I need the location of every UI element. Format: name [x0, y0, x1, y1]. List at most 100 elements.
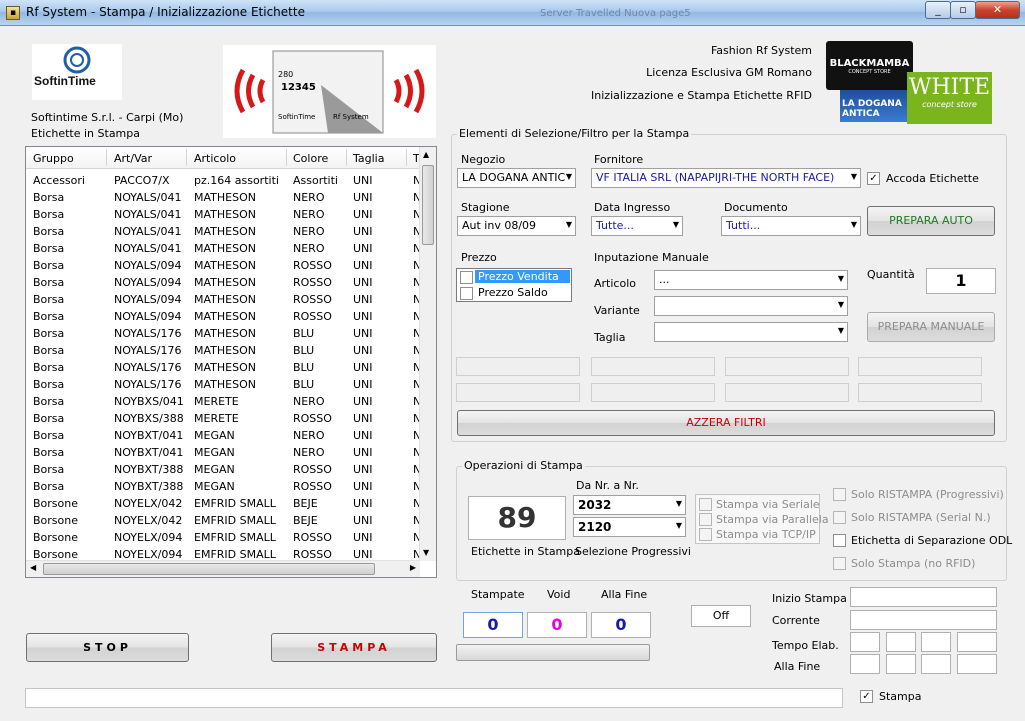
table-row[interactable]: Borsa NOYALS/094 MATHESON ROSSO UNI N	[26, 308, 421, 325]
cell-taglia: UNI	[353, 293, 373, 306]
fine-label: Alla Fine	[601, 588, 648, 601]
chevron-down-icon: ▼	[837, 274, 844, 283]
cell-gruppo: Borsa	[33, 378, 65, 391]
maximize-button[interactable]: ▫	[950, 1, 976, 19]
scroll-left-icon[interactable]: ◀	[30, 563, 36, 572]
hscroll-thumb[interactable]	[43, 563, 375, 575]
negozio-select[interactable]: LA DOGANA ANTIC ▼	[457, 168, 576, 188]
table-row[interactable]: Borsa NOYALS/176 MATHESON BLU UNI N	[26, 376, 421, 393]
scroll-right-icon[interactable]: ▶	[410, 563, 416, 572]
table-row[interactable]: Accessori PACCO7/X pz.164 assortiti Assorti…	[26, 172, 421, 189]
prezzo-vendita-option[interactable]: Prezzo Vendita	[475, 270, 570, 283]
scroll-up-icon[interactable]: ▲	[423, 150, 429, 159]
stampa-checkbox[interactable]: ✓	[860, 690, 873, 703]
cell-artvar: NOYALS/041	[114, 191, 182, 204]
prepara-manuale-button[interactable]: PREPARA MANUALE	[867, 312, 995, 342]
separazione-checkbox[interactable]	[833, 534, 846, 547]
cell-articolo: EMFRID SMALL	[194, 514, 276, 527]
table-row[interactable]: Borsa NOYBXT/041 MEGAN NERO UNI N	[26, 444, 421, 461]
tempo-mm	[886, 632, 916, 652]
cell-taglia: UNI	[353, 480, 373, 493]
stop-button[interactable]: STOP	[26, 633, 189, 662]
prezzo-saldo-checkbox[interactable]	[460, 287, 473, 300]
mode-seriale-checkbox[interactable]	[699, 498, 712, 511]
scroll-down-icon[interactable]: ▼	[423, 548, 429, 557]
col-colore[interactable]: Colore	[293, 152, 328, 165]
chevron-down-icon: ▼	[837, 326, 844, 335]
col-articolo[interactable]: Articolo	[194, 152, 236, 165]
prezzo-vendita-checkbox[interactable]	[460, 271, 473, 284]
col-taglia[interactable]: Taglia	[353, 152, 384, 165]
stagione-select[interactable]: Aut inv 08/09 ▼	[457, 216, 576, 236]
table-row[interactable]: Borsa NOYALS/094 MATHESON ROSSO UNI N	[26, 257, 421, 274]
table-row[interactable]: Borsa NOYALS/176 MATHESON BLU UNI N	[26, 342, 421, 359]
tag-num: 280	[278, 70, 294, 79]
close-button[interactable]: ✕	[975, 1, 1020, 19]
table-row[interactable]: Borsa NOYALS/041 MATHESON NERO UNI N	[26, 240, 421, 257]
cell-articolo: MATHESON	[194, 310, 256, 323]
table-row[interactable]: Borsone NOYELX/094 EMFRID SMALL ROSSO UNI N	[26, 529, 421, 546]
col-artvar[interactable]: Art/Var	[114, 152, 152, 165]
accoda-checkbox[interactable]: ✓	[867, 172, 880, 185]
blackmamba-logo: BLACKMAMBA CONCEPT STORE	[826, 41, 913, 90]
taskbar-hint: Server Travelled Nuova page5	[540, 8, 691, 19]
range-to-select[interactable]: 2120 ▼	[573, 517, 686, 537]
fornitore-select[interactable]: VF ITALIA SRL (NAPAPIJRI-THE NORTH FACE)…	[591, 168, 861, 188]
taglia-select[interactable]: ▼	[654, 322, 848, 342]
minimize-button[interactable]: _	[925, 1, 951, 19]
table-row[interactable]: Borsone NOYELX/042 EMFRID SMALL BEJE UNI N	[26, 495, 421, 512]
ristampa-serial-checkbox[interactable]	[833, 511, 846, 524]
tempo-hh	[850, 632, 880, 652]
table-row[interactable]: Borsa NOYBXT/041 MEGAN NERO UNI N	[26, 427, 421, 444]
ristampa-prog-checkbox[interactable]	[833, 488, 846, 501]
table-row[interactable]: Borsa NOYBXT/388 MEGAN ROSSO UNI N	[26, 478, 421, 495]
table-row[interactable]: Borsa NOYALS/176 MATHESON BLU UNI N	[26, 325, 421, 342]
table-row[interactable]: Borsa NOYALS/094 MATHESON ROSSO UNI N	[26, 291, 421, 308]
filter-slot-4	[858, 357, 982, 376]
articolo-select[interactable]: ... ▼	[654, 270, 848, 290]
mode-parallela-checkbox[interactable]	[699, 513, 712, 526]
col-gruppo[interactable]: Gruppo	[33, 152, 74, 165]
table-row[interactable]: Borsa NOYALS/176 MATHESON BLU UNI N	[26, 359, 421, 376]
range-label: Da Nr. a Nr.	[576, 479, 639, 492]
table-row[interactable]: Borsone NOYELX/042 EMFRID SMALL BEJE UNI N	[26, 512, 421, 529]
cell-articolo: MATHESON	[194, 191, 256, 204]
vertical-scrollbar[interactable]: ▲ ▼	[419, 147, 436, 561]
range-from-select[interactable]: 2032 ▼	[573, 495, 686, 515]
chevron-down-icon: ▼	[837, 300, 844, 309]
cell-artvar: NOYALS/176	[114, 361, 182, 374]
cell-articolo: MATHESON	[194, 293, 256, 306]
stampa-button[interactable]: STAMPA	[271, 633, 437, 662]
table-row[interactable]: Borsa NOYALS/041 MATHESON NERO UNI N	[26, 189, 421, 206]
section-label: Etichette in Stampa	[31, 127, 140, 140]
variante-label: Variante	[594, 304, 640, 317]
scroll-thumb[interactable]	[422, 165, 434, 245]
mode-tcpip-checkbox[interactable]	[699, 528, 712, 541]
table-row[interactable]: Borsa NOYALS/041 MATHESON NERO UNI N	[26, 223, 421, 240]
cell-taglia: UNI	[353, 412, 373, 425]
cell-gruppo: Borsa	[33, 361, 65, 374]
horizontal-scrollbar[interactable]: ◀ ▶	[26, 560, 420, 577]
cell-colore: ROSSO	[293, 531, 332, 544]
ladogana-logo: LA DOGANA ANTICA	[840, 90, 915, 122]
cell-gruppo: Borsa	[33, 276, 65, 289]
cell-colore: BLU	[293, 378, 315, 391]
table-row[interactable]: Borsa NOYALS/094 MATHESON ROSSO UNI N	[26, 274, 421, 291]
table-row[interactable]: Borsa NOYBXS/388 MERETE ROSSO UNI N	[26, 410, 421, 427]
prezzo-saldo-option[interactable]: Prezzo Saldo	[478, 286, 548, 299]
table-row[interactable]: Borsa NOYBXS/041 MERETE NERO UNI N	[26, 393, 421, 410]
table-row[interactable]: Borsa NOYALS/041 MATHESON NERO UNI N	[26, 206, 421, 223]
prepara-auto-button[interactable]: PREPARA AUTO	[867, 206, 995, 236]
items-grid[interactable]: Gruppo Art/Var Articolo Colore Taglia T …	[25, 146, 437, 578]
cell-taglia: UNI	[353, 463, 373, 476]
quantita-input[interactable]: 1	[926, 268, 996, 294]
data-ingresso-select[interactable]: Tutte... ▼	[591, 216, 683, 236]
cell-colore: NERO	[293, 242, 325, 255]
documento-select[interactable]: Tutti... ▼	[721, 216, 861, 236]
solo-stampa-checkbox[interactable]	[833, 557, 846, 570]
azzera-filtri-button[interactable]: AZZERA FILTRI	[457, 410, 995, 436]
table-row[interactable]: Borsa NOYBXT/388 MEGAN ROSSO UNI N	[26, 461, 421, 478]
tempo-ss	[921, 632, 951, 652]
variante-select[interactable]: ▼	[654, 296, 848, 316]
cell-articolo: EMFRID SMALL	[194, 497, 276, 510]
